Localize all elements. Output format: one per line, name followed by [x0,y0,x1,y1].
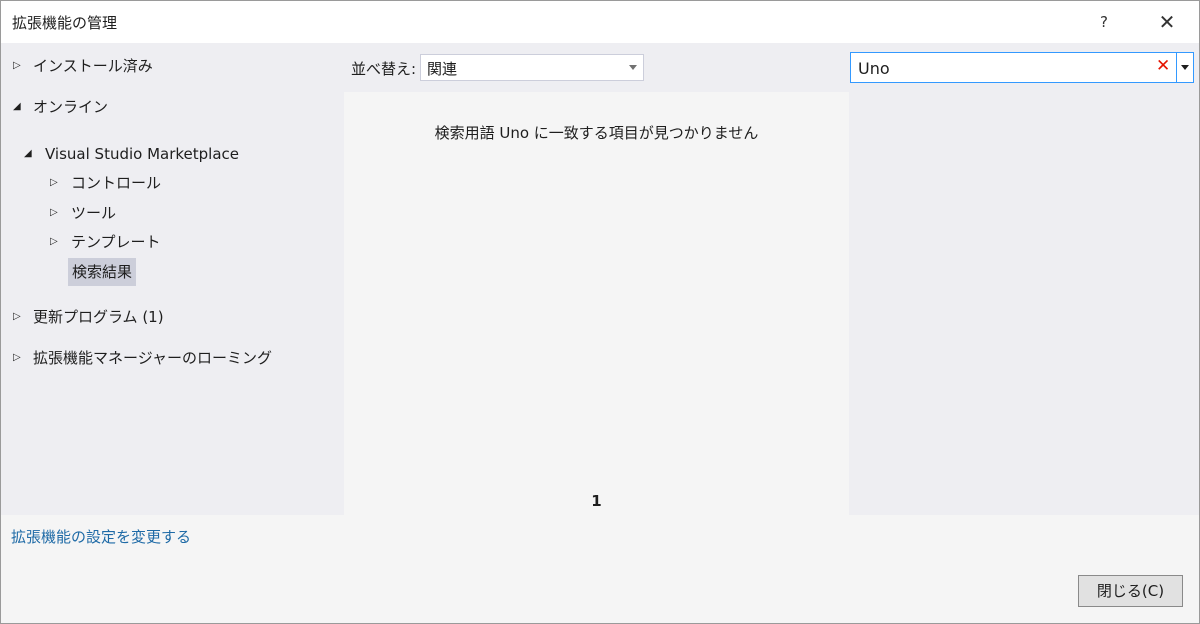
expand-arrow-icon[interactable]: ▷ [50,171,62,195]
collapse-arrow-icon[interactable]: ◢ [13,95,25,119]
no-results-message: 検索用語 Uno に一致する項目が見つかりません [434,124,759,142]
expand-arrow-icon[interactable]: ▷ [13,54,25,78]
sort-label: 並べ替え: [351,60,417,78]
tree-item-label: 検索結果 [68,258,137,286]
tree-item-label: 拡張機能マネージャーのローミング [33,349,272,367]
tree-item-label: オンライン [33,98,109,116]
dialog-title: 拡張機能の管理 [12,14,118,32]
chevron-down-icon [629,65,637,70]
tree-item-label: コントロール [71,174,162,192]
page-number-link[interactable]: 1 [344,492,849,510]
close-button[interactable]: 閉じる(C) [1078,575,1183,607]
expand-arrow-icon[interactable]: ▷ [50,201,62,225]
close-window-button[interactable]: ✕ [1151,7,1183,37]
expand-arrow-icon[interactable]: ▷ [13,305,25,329]
search-input[interactable]: Uno ✕ [850,52,1177,83]
change-settings-link[interactable]: 拡張機能の設定を変更する [11,526,191,547]
clear-search-icon[interactable]: ✕ [1156,56,1170,76]
tree-item-label: Visual Studio Marketplace [45,145,240,163]
tree-item-label: テンプレート [71,233,161,251]
expand-arrow-icon[interactable]: ▷ [50,230,62,254]
sort-value: 関連 [427,60,458,78]
footer: 拡張機能の設定を変更する 閉じる(C) [1,515,1199,623]
sort-dropdown[interactable]: 関連 [420,54,644,81]
help-button[interactable]: ? [1089,7,1119,37]
extensions-dialog: 拡張機能の管理 ? ✕ ▷ インストール済み ◢ オンライン ◢ Visual … [0,0,1200,624]
tree-item-label: ツール [71,204,117,222]
collapse-arrow-icon[interactable]: ◢ [24,142,36,166]
title-bar: 拡張機能の管理 ? ✕ [1,1,1199,43]
chevron-down-icon [1181,65,1189,70]
extension-list: 検索用語 Uno に一致する項目が見つかりません 1 [344,92,849,515]
tree-item-label: インストール済み [33,57,153,75]
details-pane [849,92,1199,515]
expand-arrow-icon[interactable]: ▷ [13,346,25,370]
tree-item-label: 更新プログラム (1) [33,308,164,326]
search-input-value: Uno [858,59,890,78]
search-history-dropdown[interactable] [1177,52,1194,83]
